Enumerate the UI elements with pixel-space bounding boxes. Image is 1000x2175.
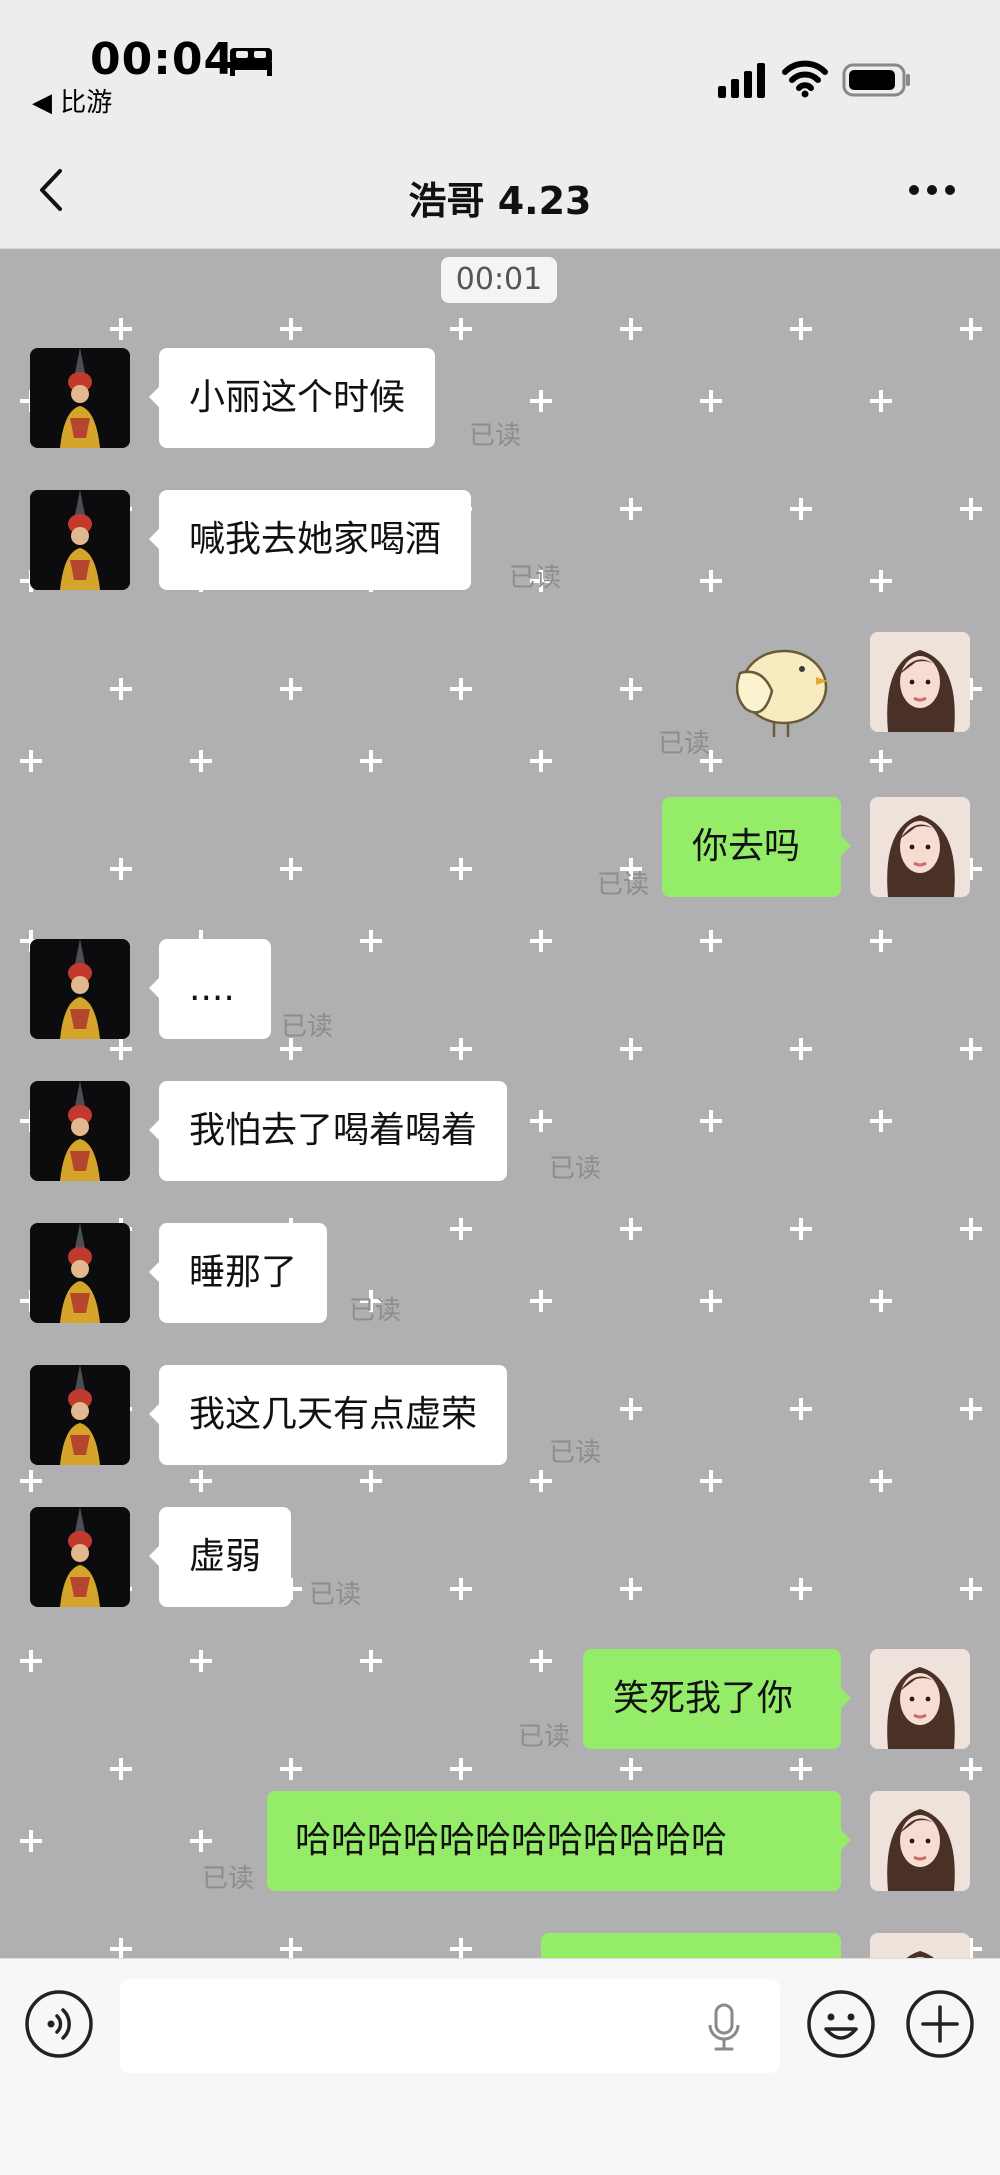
wifi-icon [782,60,828,98]
time-divider: 00:01 [441,257,557,303]
status-bar: 00:04 ◀ 比游 [0,0,1000,130]
message-bubble[interactable]: 我怕去了喝着喝着 [148,1081,508,1181]
emperor-avatar-image [30,348,130,448]
input-bar [0,1958,1000,2175]
message-input[interactable] [120,1979,780,2073]
message-bubble[interactable]: 笑死我了你 [583,1649,851,1749]
message-bubble[interactable]: 虚弱 [148,1507,292,1607]
read-status: 已读 [597,870,650,900]
emperor-avatar-image [30,1507,130,1607]
message-bubble[interactable] [541,1933,841,1958]
message-bubble[interactable]: 哈哈哈哈哈哈哈哈哈哈哈哈 [267,1791,851,1891]
read-status: 已读 [549,1438,602,1468]
more-icon[interactable] [908,184,956,196]
status-time: 00:04 [90,34,236,85]
read-status: 已读 [202,1864,255,1894]
avatar-contact[interactable] [30,1081,130,1181]
emperor-avatar-image [30,939,130,1039]
emoji-icon[interactable] [806,1989,876,2059]
battery-icon [842,63,910,97]
avatar-contact[interactable] [30,1223,130,1323]
message-bubble[interactable]: 喊我去她家喝酒 [148,490,472,590]
emperor-avatar-image [30,490,130,590]
message-bubble[interactable]: 睡那了 [148,1223,328,1323]
read-status: 已读 [309,1580,362,1610]
girl-avatar-image [870,632,970,732]
read-status: 已读 [281,1012,334,1042]
message-bubble[interactable]: 小丽这个时候 [148,348,436,448]
avatar-contact[interactable] [30,939,130,1039]
read-status: 已读 [658,729,711,759]
avatar-contact[interactable] [30,1507,130,1607]
chick-sticker[interactable] [718,629,838,749]
avatar-contact[interactable] [30,348,130,448]
girl-avatar-image [870,1791,970,1891]
read-status: 已读 [469,421,522,451]
mic-icon[interactable] [706,2003,742,2053]
read-status: 已读 [509,563,562,593]
avatar-self[interactable] [870,632,970,732]
message-bubble[interactable]: 你去吗 [662,797,851,897]
chat-area[interactable]: 00:01 小丽这个时候 已读 喊我去她家喝酒 已读 已读 你去吗 已读 ...… [0,249,1000,1958]
read-status: 已读 [549,1154,602,1184]
message-bubble[interactable]: .... [149,939,271,1039]
chat-title: 浩哥 4.23 [408,179,592,223]
avatar-contact[interactable] [30,490,130,590]
message-bubble[interactable]: 我这几天有点虚荣 [148,1365,508,1465]
avatar-self[interactable] [870,1791,970,1891]
girl-avatar-image [870,797,970,897]
plus-icon[interactable] [905,1989,975,2059]
avatar-self[interactable] [870,1649,970,1749]
avatar-self[interactable] [870,1933,970,1958]
read-status: 已读 [349,1296,402,1326]
emperor-avatar-image [30,1365,130,1465]
back-to-app-link[interactable]: ◀ 比游 [32,82,112,119]
avatar-self[interactable] [870,797,970,897]
voice-icon[interactable] [24,1989,94,2059]
avatar-contact[interactable] [30,1365,130,1465]
emperor-avatar-image [30,1081,130,1181]
girl-avatar-image [870,1649,970,1749]
bed-icon [230,48,272,76]
read-status: 已读 [518,1722,571,1752]
emperor-avatar-image [30,1223,130,1323]
girl-avatar-image [870,1933,970,1958]
chat-header: 浩哥 4.23 [0,130,1000,249]
signal-icon [718,63,765,98]
